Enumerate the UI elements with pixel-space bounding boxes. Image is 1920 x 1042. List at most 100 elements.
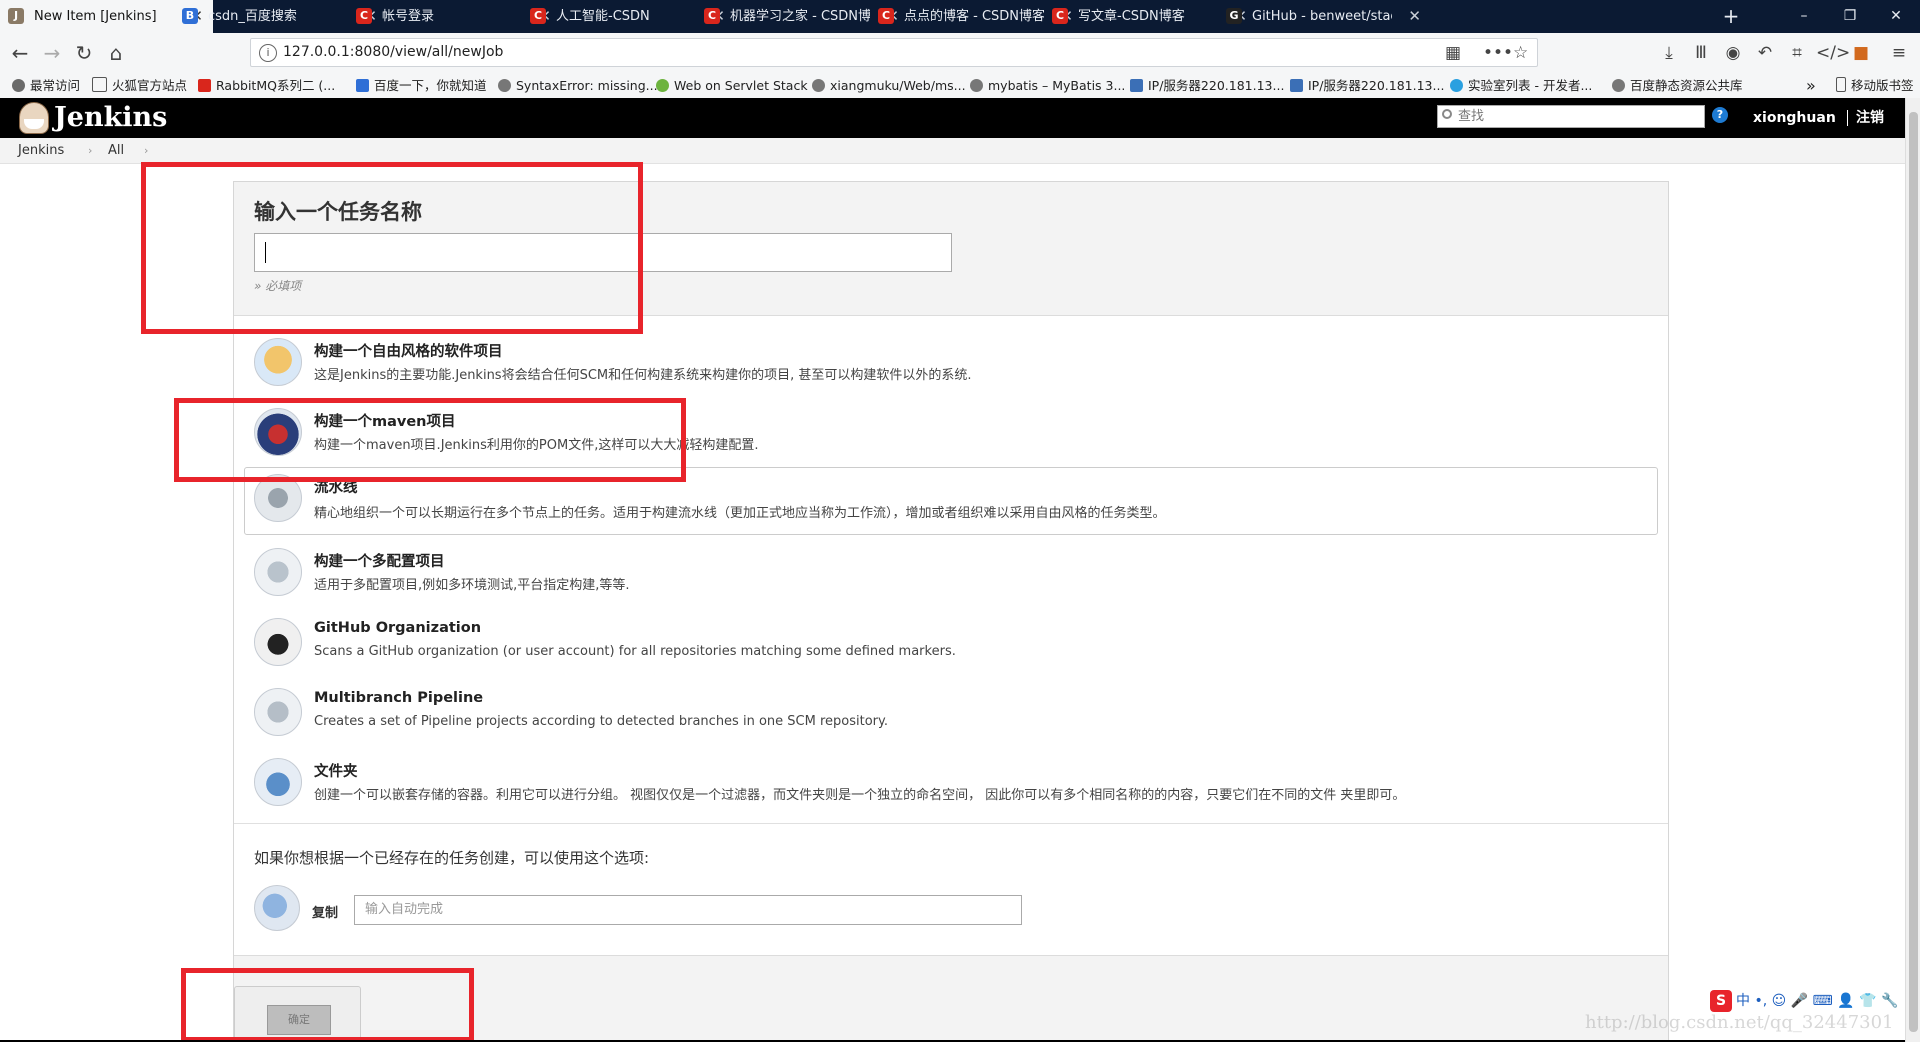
globe-icon xyxy=(498,79,511,92)
tab-label: New Item [Jenkins] xyxy=(34,9,157,24)
bookmark-mybatis[interactable]: mybatis – MyBatis 3... xyxy=(970,73,1125,98)
url-text[interactable]: 127.0.0.1:8080/view/all/newJob xyxy=(283,39,503,66)
ime-toolbar[interactable]: S中 •, ☺ 🎤 ⌨ 👤 👕 🔧 xyxy=(1710,990,1898,1012)
back-icon[interactable]: ← xyxy=(6,39,34,67)
bookmark-star-icon[interactable]: ☆ xyxy=(1513,42,1528,64)
item-type-title: GitHub Organization xyxy=(314,620,482,636)
annotation-box-maven xyxy=(174,398,686,482)
annotation-box-name xyxy=(141,162,643,334)
csdn-icon: C xyxy=(1052,8,1068,24)
ime-status: 中 •, ☺ 🎤 ⌨ 👤 👕 🔧 xyxy=(1736,993,1899,1009)
bookmark-mobile[interactable]: 移动版书签 xyxy=(1836,73,1914,98)
item-type-freestyle[interactable]: 构建一个自由风格的软件项目 这是Jenkins的主要功能.Jenkins将会结合… xyxy=(254,334,1654,396)
forward-icon[interactable]: → xyxy=(38,39,66,67)
folder-icon xyxy=(254,758,302,806)
bookmark-baidu-static[interactable]: 百度静态资源公共库 xyxy=(1612,73,1743,98)
bookmark-firefox[interactable]: 火狐官方站点 xyxy=(92,73,187,98)
breadcrumb-jenkins[interactable]: Jenkins xyxy=(18,138,64,163)
chat-icon[interactable]: ◉ xyxy=(1720,39,1746,67)
window-close-button[interactable]: ✕ xyxy=(1874,0,1918,33)
bookmark-lab-list[interactable]: 实验室列表 - 开发者... xyxy=(1450,73,1592,98)
item-type-title: 构建一个自由风格的软件项目 xyxy=(314,344,503,360)
download-icon[interactable]: ⤓ xyxy=(1656,39,1682,67)
address-bar[interactable]: i 127.0.0.1:8080/view/all/newJob ▦ ••• ☆ xyxy=(250,38,1538,67)
item-type-multi-config[interactable]: 构建一个多配置项目 适用于多配置项目,例如多环境测试,平台指定构建,等等. xyxy=(254,544,1654,606)
bookmark-ip-1[interactable]: IP/服务器220.181.13... xyxy=(1130,73,1284,98)
close-icon[interactable]: ✕ xyxy=(1408,0,1421,33)
csdn-icon: C xyxy=(878,8,894,24)
search-icon xyxy=(1442,109,1452,119)
screenshot-icon[interactable]: ⌗ xyxy=(1784,39,1810,67)
restore-button[interactable]: ❐ xyxy=(1828,0,1872,33)
menu-icon[interactable]: ≡ xyxy=(1886,39,1912,67)
breadcrumb-separator-icon: › xyxy=(88,144,93,157)
extension-icon[interactable]: ■ xyxy=(1848,39,1874,67)
breadcrumb-all[interactable]: All xyxy=(108,138,124,163)
baidu-icon xyxy=(356,79,369,92)
dev-tools-icon[interactable]: </> xyxy=(1816,39,1850,67)
site-info-icon[interactable]: i xyxy=(259,44,277,62)
gear-icon xyxy=(12,79,25,92)
bookmark-rabbitmq[interactable]: RabbitMQ系列二 (... xyxy=(198,73,335,98)
item-type-folder[interactable]: 文件夹 创建一个可以嵌套存储的容器。利用它可以进行分组。 视图仅仅是一个过滤器，… xyxy=(254,754,1654,816)
section-divider xyxy=(234,823,1668,824)
bookmark-syntaxerror[interactable]: SyntaxError: missing... xyxy=(498,73,658,98)
tab-label: 机器学习之家 - CSDN博客 xyxy=(730,9,870,24)
scrollbar-thumb[interactable] xyxy=(1909,112,1918,1032)
item-type-multibranch[interactable]: Multibranch Pipeline Creates a set of Pi… xyxy=(254,684,1654,746)
tab-label: GitHub - benweet/stacked xyxy=(1252,9,1392,24)
bookmark-label: 最常访问 xyxy=(30,78,81,93)
watermark: http://blog.csdn.net/qq_32447301 xyxy=(1585,1012,1894,1033)
sogou-ime-icon[interactable]: S xyxy=(1710,990,1732,1012)
undo-icon[interactable]: ↶ xyxy=(1752,39,1778,67)
bookmark-ip-2[interactable]: IP/服务器220.181.13... xyxy=(1290,73,1444,98)
bookmark-most-visited[interactable]: 最常访问 xyxy=(12,73,80,98)
bookmark-label: mybatis – MyBatis 3... xyxy=(988,78,1126,93)
item-type-desc: Creates a set of Pipeline projects accor… xyxy=(314,714,888,729)
browser-tab-strip: J New Item [Jenkins] ✕ B csdn_百度搜索 ✕ C 帐… xyxy=(0,0,1920,33)
github-icon: G xyxy=(1226,8,1242,24)
item-type-desc: Scans a GitHub organization (or user acc… xyxy=(314,644,956,659)
bookmark-label: RabbitMQ系列二 (... xyxy=(216,78,336,93)
user-link[interactable]: xionghuan xyxy=(1753,98,1836,138)
tab-label: 人工智能-CSDN xyxy=(556,9,650,24)
help-icon[interactable]: ? xyxy=(1712,107,1728,123)
page-actions-icon[interactable]: ••• xyxy=(1483,42,1513,64)
minimize-button[interactable]: – xyxy=(1782,0,1826,33)
bookmark-label: 实验室列表 - 开发者... xyxy=(1468,78,1593,93)
jenkins-title[interactable]: Jenkins xyxy=(54,98,167,138)
globe-icon xyxy=(812,79,825,92)
freestyle-project-icon xyxy=(254,338,302,386)
copy-label: 复制 xyxy=(312,906,339,921)
multibranch-pipeline-icon xyxy=(254,688,302,736)
bookmarks-overflow-icon[interactable]: » xyxy=(1806,73,1816,98)
github-org-icon xyxy=(254,618,302,666)
bookmark-label: 百度静态资源公共库 xyxy=(1630,78,1743,93)
copy-from-input[interactable]: 输入自动完成 xyxy=(354,895,1022,925)
bookmark-label: SyntaxError: missing... xyxy=(516,78,658,93)
new-tab-button[interactable]: + xyxy=(1716,0,1746,33)
globe-icon xyxy=(1612,79,1625,92)
item-type-desc: 适用于多配置项目,例如多环境测试,平台指定构建,等等. xyxy=(314,578,630,593)
bookmark-label: Web on Servlet Stack xyxy=(674,78,808,93)
page-scrollbar[interactable] xyxy=(1905,98,1920,1042)
logout-link[interactable]: 注销 xyxy=(1847,110,1884,126)
item-type-github-org[interactable]: GitHub Organization Scans a GitHub organ… xyxy=(254,614,1654,676)
tab-label: 帐号登录 xyxy=(382,9,435,24)
qr-code-icon[interactable]: ▦ xyxy=(1445,42,1461,64)
item-type-desc: 这是Jenkins的主要功能.Jenkins将会结合任何SCM和任何构建系统来构… xyxy=(314,368,972,383)
rabbitmq-icon xyxy=(198,79,211,92)
bookmarks-bar: 最常访问 火狐官方站点 RabbitMQ系列二 (... 百度一下，你就知道 S… xyxy=(0,73,1920,99)
folder-icon xyxy=(92,77,107,92)
jenkins-butler-logo[interactable] xyxy=(19,102,49,134)
multi-config-icon xyxy=(254,548,302,596)
search-input[interactable]: 查找 xyxy=(1437,105,1705,128)
csdn-icon: C xyxy=(530,8,546,24)
library-icon[interactable]: Ⅲ xyxy=(1688,39,1714,67)
tab-github[interactable]: G GitHub - benweet/stacked ✕ xyxy=(1218,0,1431,33)
bookmark-servlet[interactable]: Web on Servlet Stack xyxy=(656,73,808,98)
reload-icon[interactable]: ↻ xyxy=(70,39,98,67)
bookmark-xiangmuku[interactable]: xiangmuku/Web/ms... xyxy=(812,73,966,98)
home-icon[interactable]: ⌂ xyxy=(102,39,130,67)
bookmark-baidu[interactable]: 百度一下，你就知道 xyxy=(356,73,487,98)
